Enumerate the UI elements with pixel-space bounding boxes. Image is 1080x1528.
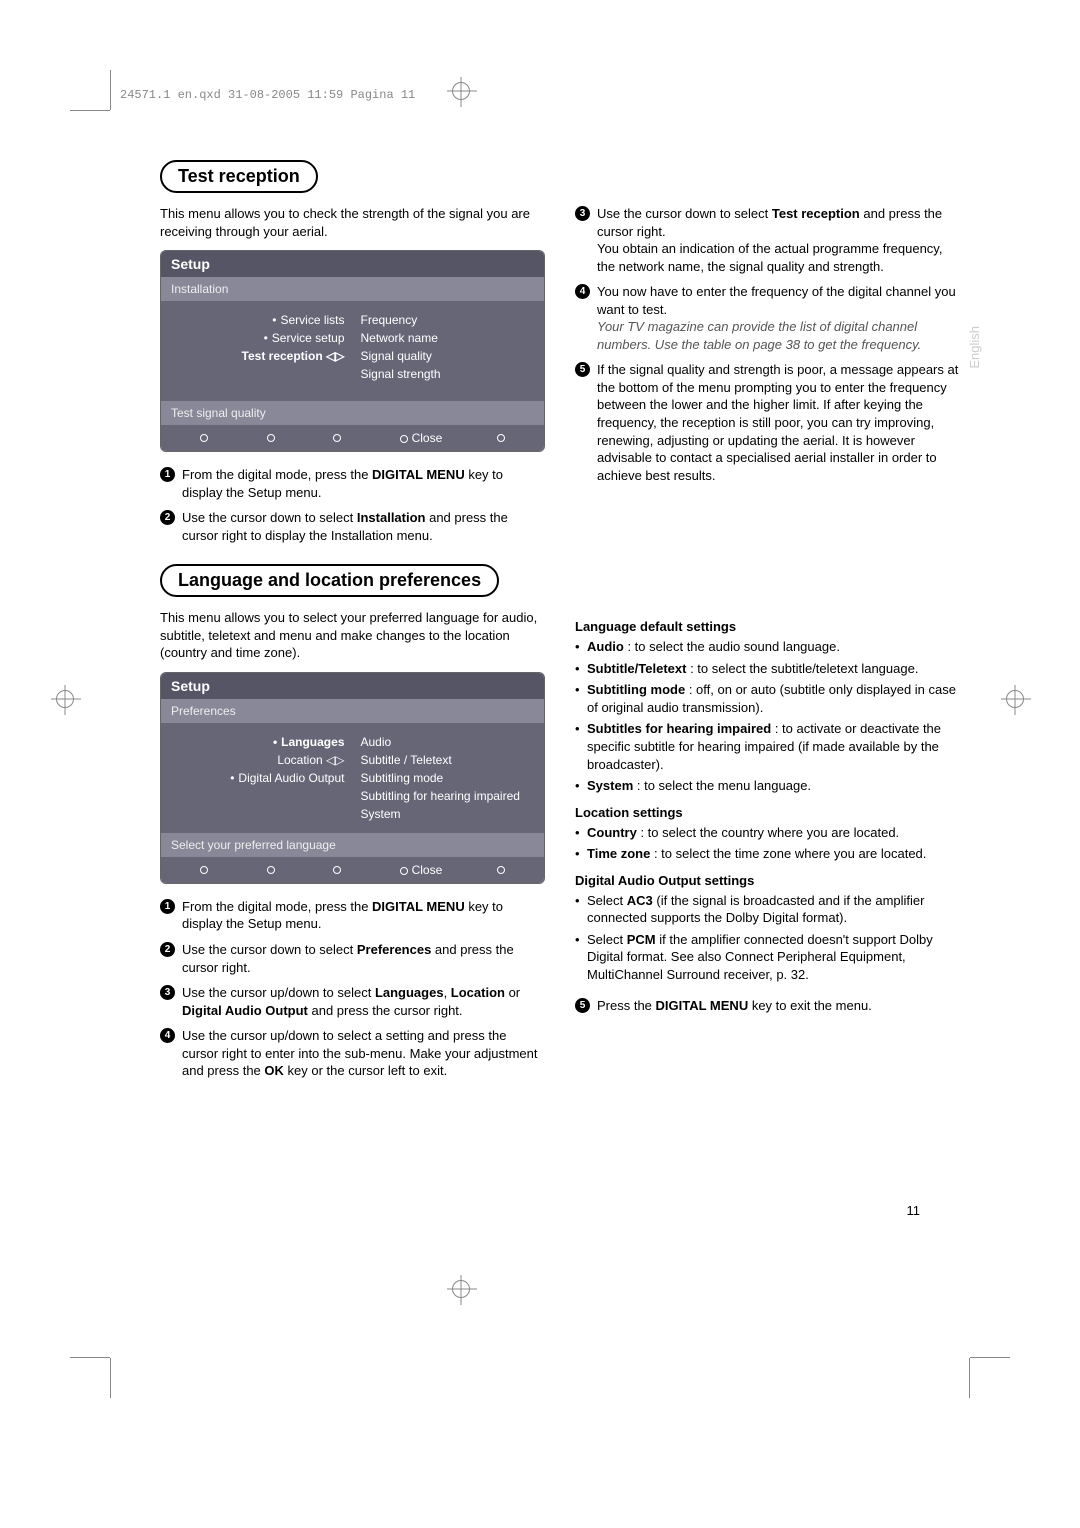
section-title: Language and location preferences (160, 564, 499, 597)
color-dot-icon (267, 434, 275, 442)
color-dot-icon (267, 866, 275, 874)
osd-item: Digital Audio Output (161, 769, 345, 787)
registration-mark-icon (452, 82, 470, 100)
italic-note: Your TV magazine can provide the list of… (597, 319, 921, 352)
color-dot-icon (200, 434, 208, 442)
osd-item: Subtitle / Teletext (361, 751, 545, 769)
osd-item: Network name (361, 329, 545, 347)
osd-item: Signal quality (361, 347, 545, 365)
step-number-icon: 4 (575, 284, 590, 299)
step-item: 4 Use the cursor up/down to select a set… (160, 1027, 545, 1080)
step-number-icon: 4 (160, 1028, 175, 1043)
osd-item-selected: Test reception ◁▷ (161, 347, 345, 365)
step-item: 1 From the digital mode, press the DIGIT… (160, 898, 545, 933)
step-item: 1 From the digital mode, press the DIGIT… (160, 466, 545, 501)
step-item: 5 Press the DIGITAL MENU key to exit the… (575, 997, 960, 1015)
bullet-item: Subtitling mode : off, on or auto (subti… (575, 681, 960, 716)
bullet-item: Audio : to select the audio sound langua… (575, 638, 960, 656)
bullet-item: System : to select the menu language. (575, 777, 960, 795)
subheading: Digital Audio Output settings (575, 873, 960, 888)
close-label: Close (412, 863, 443, 877)
color-dot-icon (400, 435, 408, 443)
osd-item: Service lists (161, 311, 345, 329)
page-number: 11 (907, 1203, 921, 1218)
color-dot-icon (497, 434, 505, 442)
color-dot-icon (400, 867, 408, 875)
osd-item: Location ◁▷ (161, 751, 345, 769)
osd-footer: Close (161, 857, 544, 883)
crop-line (70, 110, 110, 111)
osd-footer: Close (161, 425, 544, 451)
step-number-icon: 5 (575, 998, 590, 1013)
crop-line (70, 1357, 110, 1358)
bullet-list: Select AC3 (if the signal is broadcasted… (575, 892, 960, 984)
subheading: Language default settings (575, 619, 960, 634)
color-dot-icon (497, 866, 505, 874)
osd-item: System (361, 805, 545, 823)
step-item: 2 Use the cursor down to select Preferen… (160, 941, 545, 976)
osd-item: Frequency (361, 311, 545, 329)
osd-item: Signal strength (361, 365, 545, 383)
section-title: Test reception (160, 160, 318, 193)
step-number-icon: 2 (160, 510, 175, 525)
step-number-icon: 1 (160, 899, 175, 914)
osd-hint: Test signal quality (161, 401, 544, 425)
intro-text: This menu allows you to select your pref… (160, 609, 545, 662)
bullet-list: Audio : to select the audio sound langua… (575, 638, 960, 794)
section-test-reception: Test reception This menu allows you to c… (160, 160, 960, 552)
step-number-icon: 2 (160, 942, 175, 957)
steps-list: 1 From the digital mode, press the DIGIT… (160, 466, 545, 544)
registration-mark-icon (1006, 690, 1024, 708)
osd-setup-preferences: Setup Preferences Languages Location ◁▷ … (160, 672, 545, 884)
section-language-location: Language and location preferences This m… (160, 564, 960, 1088)
osd-item: Subtitling mode (361, 769, 545, 787)
osd-title: Setup (161, 673, 544, 699)
crop-header: 24571.1 en.qxd 31-08-2005 11:59 Pagina 1… (120, 88, 415, 102)
bullet-item: Subtitles for hearing impaired : to acti… (575, 720, 960, 773)
osd-hint: Select your preferred language (161, 833, 544, 857)
osd-item: Subtitling for hearing impaired (361, 787, 545, 805)
step-item: 3 Use the cursor down to select Test rec… (575, 205, 960, 275)
osd-item-selected: Languages (161, 733, 345, 751)
bullet-item: Select PCM if the amplifier connected do… (575, 931, 960, 984)
osd-item: Service setup (161, 329, 345, 347)
registration-mark-icon (56, 690, 74, 708)
step-item: 3 Use the cursor up/down to select Langu… (160, 984, 545, 1019)
language-tab: English (967, 326, 982, 369)
step-number-icon: 5 (575, 362, 590, 377)
step-item: 5 If the signal quality and strength is … (575, 361, 960, 484)
osd-title: Setup (161, 251, 544, 277)
bullet-item: Select AC3 (if the signal is broadcasted… (575, 892, 960, 927)
osd-item: Audio (361, 733, 545, 751)
step-number-icon: 1 (160, 467, 175, 482)
cursor-nav-icon: ◁▷ (326, 753, 344, 767)
bullet-list: Country : to select the country where yo… (575, 824, 960, 863)
step-item: 4 You now have to enter the frequency of… (575, 283, 960, 353)
crop-line (970, 1357, 1010, 1358)
steps-list: 3 Use the cursor down to select Test rec… (575, 205, 960, 484)
osd-subtitle: Installation (161, 277, 544, 301)
step-number-icon: 3 (575, 206, 590, 221)
crop-line (110, 1358, 111, 1398)
bullet-item: Time zone : to select the time zone wher… (575, 845, 960, 863)
step-item: 2 Use the cursor down to select Installa… (160, 509, 545, 544)
cursor-nav-icon: ◁▷ (326, 349, 344, 363)
subheading: Location settings (575, 805, 960, 820)
color-dot-icon (333, 434, 341, 442)
color-dot-icon (200, 866, 208, 874)
steps-list: 5 Press the DIGITAL MENU key to exit the… (575, 997, 960, 1015)
steps-list: 1 From the digital mode, press the DIGIT… (160, 898, 545, 1080)
registration-mark-icon (452, 1280, 470, 1298)
crop-line (969, 1358, 970, 1398)
osd-subtitle: Preferences (161, 699, 544, 723)
step-number-icon: 3 (160, 985, 175, 1000)
bullet-item: Country : to select the country where yo… (575, 824, 960, 842)
color-dot-icon (333, 866, 341, 874)
bullet-item: Subtitle/Teletext : to select the subtit… (575, 660, 960, 678)
osd-setup-installation: Setup Installation Service lists Service… (160, 250, 545, 452)
crop-line (110, 70, 111, 110)
close-label: Close (412, 431, 443, 445)
intro-text: This menu allows you to check the streng… (160, 205, 545, 240)
